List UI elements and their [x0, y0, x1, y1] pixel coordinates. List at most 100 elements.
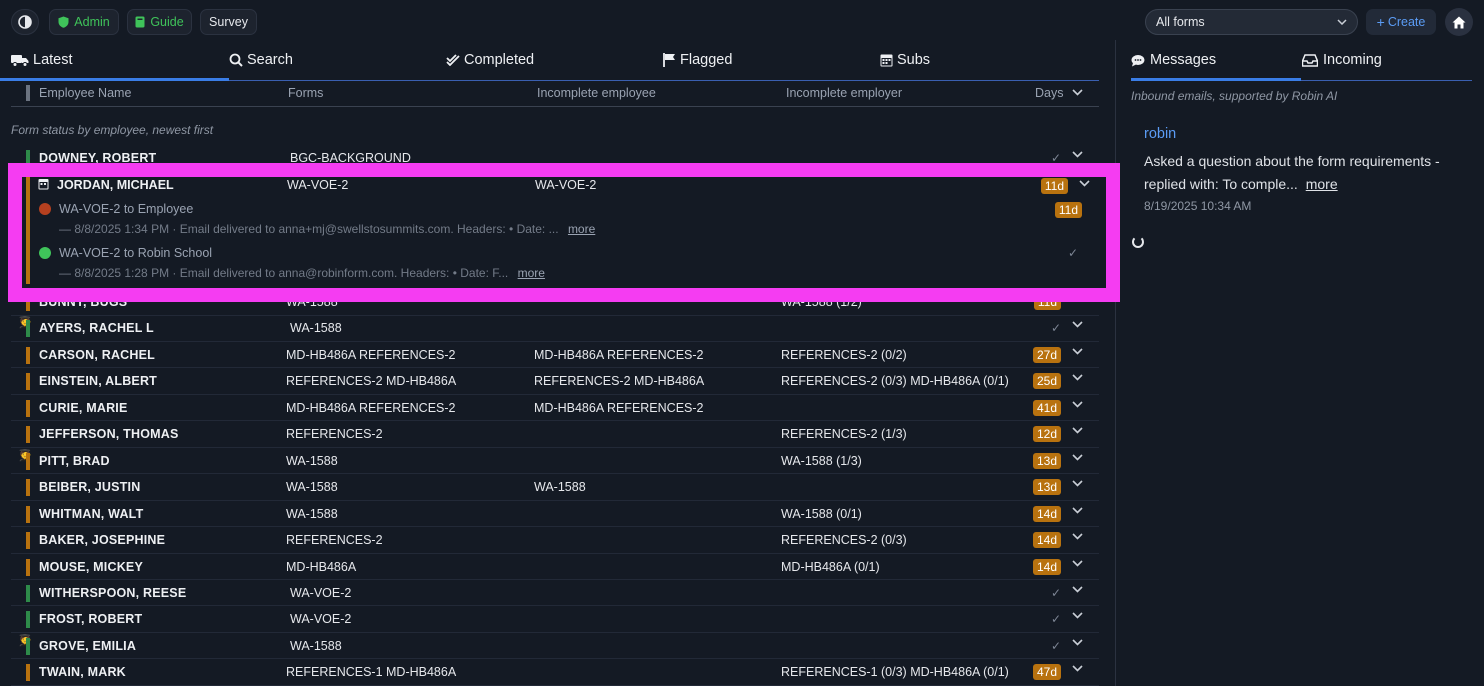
sub-item-meta: — 8/8/2025 1:34 PM · Email delivered to …: [59, 222, 595, 236]
incomplete-employer-cell: WA-1588 (0/1): [781, 506, 862, 521]
guide-button[interactable]: Guide: [127, 9, 192, 35]
employee-name: BAKER, JOSEPHINE: [39, 533, 166, 548]
survey-button[interactable]: Survey: [200, 9, 257, 35]
tab-completed[interactable]: Completed: [446, 40, 534, 80]
table-row[interactable]: WITHERSPOON, REESE WA-VOE-2 ✓: [11, 580, 1099, 607]
incomplete-employer-cell: REFERENCES-1 (0/3) MD-HB486A (0/1): [781, 665, 1009, 680]
message-sender[interactable]: robin: [1144, 126, 1176, 142]
days-badge: 13d: [1032, 479, 1061, 496]
incomplete-employer-cell: REFERENCES-2 (0/2): [781, 347, 907, 362]
employee-name: GROVE, EMILIA: [39, 638, 137, 653]
column-incomplete-employer[interactable]: Incomplete employer: [786, 86, 902, 100]
incomplete-employer-cell: WA-1588 (1/2): [781, 295, 862, 309]
chevron-down-icon[interactable]: [1072, 89, 1083, 96]
forms-cell: REFERENCES-2 MD-HB486A: [286, 374, 457, 389]
table-row[interactable]: AYERS, RACHEL L 🧑‍🎓 WA-1588 ✓: [11, 315, 1099, 342]
table-row[interactable]: PITT, BRAD 🧑‍🎓 WA-1588 WA-1588 (1/3) 13d: [11, 448, 1099, 475]
admin-label: Admin: [74, 15, 110, 29]
tab-label: Flagged: [680, 52, 733, 68]
tab-subs[interactable]: Subs: [880, 40, 930, 80]
message-text: Asked a question about the form requirem…: [1144, 153, 1440, 192]
status-bar: [26, 505, 30, 523]
top-bar: Admin Guide Survey All forms + Create: [0, 0, 1484, 44]
chevron-down-icon[interactable]: [1079, 180, 1090, 187]
incomplete-employer-cell: REFERENCES-2 (0/3) MD-HB486A (0/1): [781, 374, 1009, 389]
forms-cell: MD-HB486A: [286, 559, 357, 574]
chevron-down-icon[interactable]: [1072, 454, 1083, 461]
chevron-down-icon: [1337, 19, 1347, 25]
forms-cell: REFERENCES-2: [286, 427, 383, 442]
incomplete-employee-cell: MD-HB486A REFERENCES-2: [534, 400, 704, 415]
chevron-down-icon[interactable]: [1072, 507, 1083, 514]
table-row[interactable]: MOUSE, MICKEY MD-HB486A MD-HB486A (0/1) 14d: [11, 554, 1099, 580]
table-row[interactable]: WHITMAN, WALT WA-1588 WA-1588 (0/1) 14d: [11, 501, 1099, 528]
forms-cell: WA-1588: [286, 295, 338, 309]
chevron-down-icon[interactable]: [1072, 612, 1083, 620]
forms-cell: WA-1588: [286, 453, 338, 468]
sub-item-meta-text: — 8/8/2025 1:34 PM · Email delivered to …: [59, 222, 559, 236]
more-link[interactable]: more: [568, 222, 595, 236]
chevron-down-icon[interactable]: [1072, 401, 1083, 408]
main-panel: Latest Search Completed Flagged Subs Emp…: [0, 40, 1116, 686]
employee-name: TWAIN, MARK: [39, 665, 126, 680]
chevron-down-icon[interactable]: [1072, 151, 1083, 158]
column-incomplete-employee[interactable]: Incomplete employee: [537, 86, 656, 100]
more-link[interactable]: more: [1306, 176, 1338, 192]
chevron-down-icon[interactable]: [1072, 586, 1083, 593]
chevron-down-icon[interactable]: [1072, 295, 1083, 302]
tab-flagged[interactable]: Flagged: [663, 40, 732, 80]
chevron-down-icon[interactable]: [1072, 348, 1083, 355]
home-button[interactable]: [1445, 8, 1473, 36]
table-row[interactable]: GROVE, EMILIA 🧑‍🎓 WA-1588 ✓: [11, 633, 1099, 660]
table-row[interactable]: CURIE, MARIE MD-HB486A REFERENCES-2 MD-HB4…: [11, 395, 1099, 422]
table-row[interactable]: BEIBER, JUSTIN WA-1588 WA-1588 13d: [11, 474, 1099, 501]
status-bar: [26, 426, 30, 444]
sub-item-meta-text: — 8/8/2025 1:28 PM · Email delivered to …: [59, 266, 509, 280]
tab-search[interactable]: Search: [229, 40, 293, 80]
tab-label: Subs: [897, 52, 931, 68]
incomplete-employee-cell: WA-1588: [534, 480, 586, 495]
chevron-down-icon[interactable]: [1072, 639, 1083, 646]
table-row[interactable]: EINSTEIN, ALBERT REFERENCES-2 MD-HB486A RE…: [11, 368, 1099, 395]
chevron-down-icon[interactable]: [1072, 374, 1083, 381]
days-badge: 14d: [1032, 532, 1061, 549]
theme-toggle-button[interactable]: [11, 9, 39, 35]
status-dot: [39, 203, 51, 215]
chevron-down-icon[interactable]: [1072, 665, 1083, 672]
expanded-row[interactable]: JORDAN, MICHAEL WA-VOE-2 WA-VOE-2 11d WA…: [22, 177, 1102, 284]
days-badge: 25d: [1032, 373, 1061, 390]
tab-messages[interactable]: Messages: [1131, 40, 1302, 81]
table-row[interactable]: DOWNEY, ROBERT BGC-BACKGROUND ✓: [11, 145, 1099, 172]
admin-button[interactable]: Admin: [49, 9, 119, 35]
forms-filter-select[interactable]: All forms: [1145, 9, 1358, 35]
table-row[interactable]: BAKER, JOSEPHINE REFERENCES-2 REFERENCES-2…: [11, 527, 1099, 554]
shield-icon: [58, 16, 69, 28]
column-employee-name[interactable]: Employee Name: [39, 86, 131, 100]
table-row[interactable]: BUNNY, BUGS WA-1588 WA-1588 (1/2) 11d: [11, 289, 1099, 316]
status-bar: [26, 532, 30, 550]
chevron-down-icon[interactable]: [1072, 321, 1083, 329]
tab-incoming[interactable]: Incoming: [1302, 40, 1382, 80]
employee-name: JEFFERSON, THOMAS: [39, 427, 179, 442]
status-bar: [26, 479, 30, 497]
column-forms[interactable]: Forms: [288, 86, 323, 100]
table-row[interactable]: CARSON, RACHEL MD-HB486A REFERENCES-2 MD-H…: [11, 342, 1099, 369]
chevron-down-icon[interactable]: [1072, 427, 1083, 434]
status-bar: [26, 320, 30, 338]
tab-latest[interactable]: Latest: [0, 40, 228, 81]
table-row[interactable]: FROST, ROBERT WA-VOE-2 ✓: [11, 606, 1099, 633]
chevron-down-icon[interactable]: [1072, 533, 1083, 540]
create-button[interactable]: + Create: [1366, 9, 1436, 35]
more-link[interactable]: more: [518, 266, 545, 280]
employee-name: FROST, ROBERT: [39, 612, 143, 627]
check-icon: ✓: [1050, 612, 1061, 627]
chevron-down-icon[interactable]: [1072, 480, 1083, 487]
tab-label: Search: [247, 52, 293, 68]
table-row[interactable]: JEFFERSON, THOMAS REFERENCES-2 REFERENCES-…: [11, 421, 1099, 448]
column-days[interactable]: Days: [1035, 86, 1063, 100]
employee-name: AYERS, RACHEL L: [39, 321, 154, 336]
table-row[interactable]: TWAIN, MARK REFERENCES-1 MD-HB486A REFEREN…: [11, 659, 1099, 686]
forms-cell: REFERENCES-1 MD-HB486A: [286, 665, 457, 680]
book-icon: [135, 16, 145, 28]
chevron-down-icon[interactable]: [1072, 559, 1083, 567]
